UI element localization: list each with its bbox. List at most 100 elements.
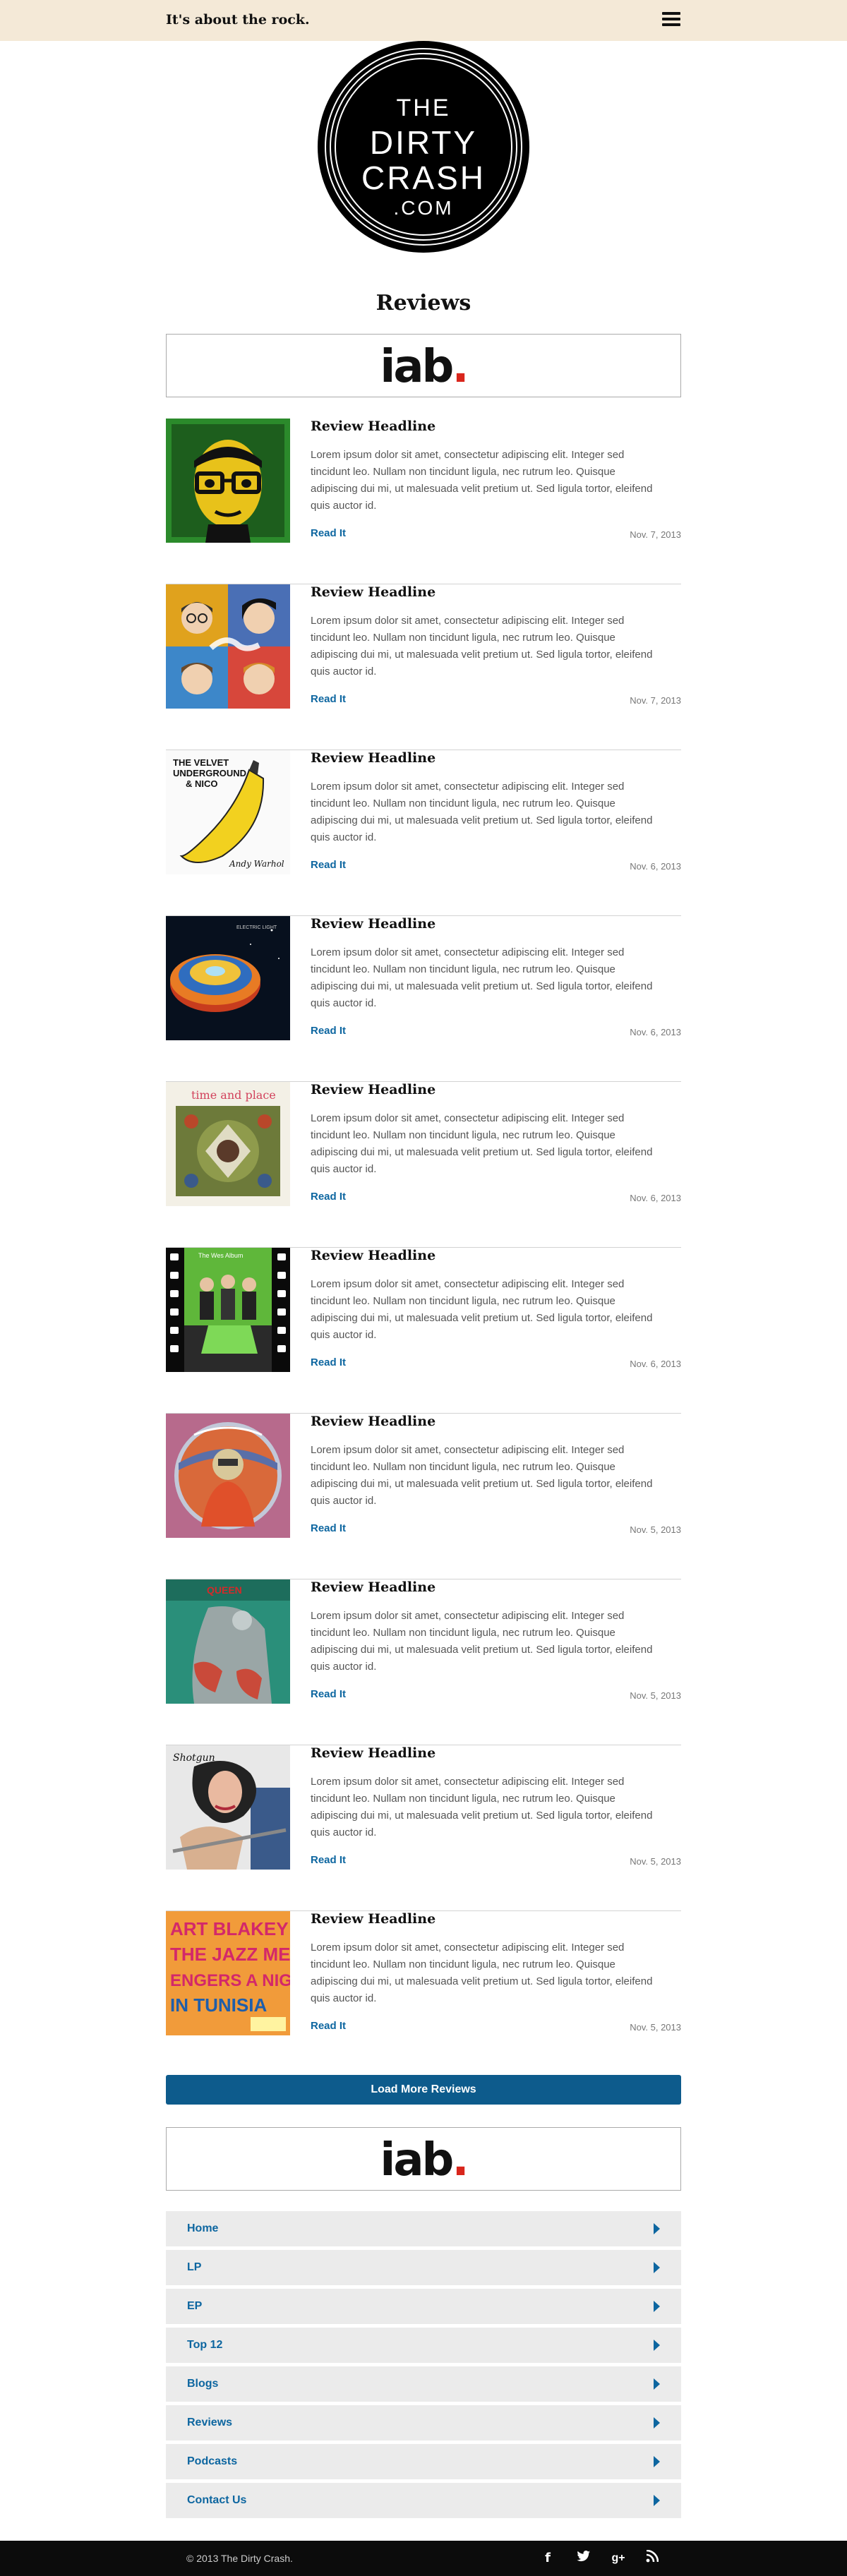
review-excerpt: Lorem ipsum dolor sit amet, consectetur … (311, 946, 653, 1009)
svg-text:Shotgun: Shotgun (173, 1752, 215, 1764)
review-item: Shotgun Review Headline Lorem ipsum dolo… (166, 1745, 681, 1911)
ad-banner-bottom[interactable]: iab. (166, 2127, 681, 2191)
review-excerpt: Lorem ipsum dolor sit amet, consectetur … (311, 1278, 653, 1341)
read-it-link[interactable]: Read It (311, 1025, 346, 1037)
review-headline[interactable]: Review Headline (311, 1414, 435, 1429)
review-excerpt: Lorem ipsum dolor sit amet, consectetur … (311, 781, 653, 843)
read-it-link[interactable]: Read It (311, 2020, 346, 2032)
load-more-reviews-button[interactable]: Load More Reviews (166, 2075, 681, 2105)
album-cover-thumbnail[interactable]: ELECTRIC LIGHT (166, 916, 290, 1040)
art-title: The Wes Album (198, 1252, 243, 1259)
art-text-line2: UNDERGROUND (173, 768, 246, 778)
review-headline[interactable]: Review Headline (311, 1248, 435, 1263)
review-date: Nov. 5, 2013 (630, 1690, 681, 1701)
review-headline[interactable]: Review Headline (311, 584, 435, 600)
facebook-icon[interactable]: f (539, 2550, 556, 2567)
album-cover-thumbnail[interactable]: time and place (166, 1082, 290, 1206)
chevron-right-icon (654, 2456, 660, 2467)
site-logo[interactable]: THE DIRTY CRASH .COM (318, 41, 529, 253)
chevron-right-icon (654, 2495, 660, 2506)
hamburger-menu-icon[interactable] (662, 12, 680, 29)
nav-item-label: Top 12 (187, 2339, 223, 2351)
site-tagline: It's about the rock. (166, 12, 310, 28)
album-cover-thumbnail[interactable]: ART BLAKEY & THE JAZZ MESS ENGERS A NIGH… (166, 1911, 290, 2035)
review-headline[interactable]: Review Headline (311, 1579, 435, 1595)
review-headline[interactable]: Review Headline (311, 1911, 435, 1927)
review-excerpt: Lorem ipsum dolor sit amet, consectetur … (311, 1112, 653, 1175)
review-date: Nov. 6, 2013 (630, 1193, 681, 1203)
twitter-icon[interactable] (575, 2550, 592, 2567)
logo-text-crash: CRASH (361, 160, 486, 196)
review-excerpt: Lorem ipsum dolor sit amet, consectetur … (311, 449, 653, 512)
review-date: Nov. 5, 2013 (630, 1856, 681, 1867)
copyright-text: © 2013 The Dirty Crash. (186, 2553, 293, 2564)
ad-banner-top[interactable]: iab. (166, 334, 681, 397)
read-it-link[interactable]: Read It (311, 693, 346, 705)
review-item: Review Headline Lorem ipsum dolor sit am… (166, 419, 681, 584)
chevron-right-icon (654, 2378, 660, 2390)
album-cover-thumbnail[interactable] (166, 1414, 290, 1538)
review-excerpt: Lorem ipsum dolor sit amet, consectetur … (311, 615, 653, 678)
review-headline[interactable]: Review Headline (311, 750, 435, 766)
read-it-link[interactable]: Read It (311, 1356, 346, 1368)
read-it-link[interactable]: Read It (311, 1854, 346, 1866)
album-cover-thumbnail[interactable]: The Wes Album (166, 1248, 290, 1372)
nav-item-top12[interactable]: Top 12 (166, 2328, 681, 2363)
album-cover-thumbnail[interactable]: THE VELVET UNDERGROUND & NICO Andy Warho… (166, 750, 290, 874)
nav-item-lp[interactable]: LP (166, 2250, 681, 2285)
review-item: The Wes Album Review Headline Lorem ipsu… (166, 1248, 681, 1414)
iab-logo: iab. (380, 341, 469, 393)
nav-item-label: Home (187, 2222, 219, 2234)
review-excerpt: Lorem ipsum dolor sit amet, consectetur … (311, 1444, 653, 1507)
read-it-link[interactable]: Read It (311, 527, 346, 539)
review-excerpt: Lorem ipsum dolor sit amet, consectetur … (311, 1610, 653, 1673)
chevron-right-icon (654, 2340, 660, 2351)
review-item: time and place Review Headline Lorem ips… (166, 1082, 681, 1248)
google-plus-icon[interactable]: g+ (610, 2550, 627, 2567)
art-text-line1: ART BLAKEY & (170, 1918, 290, 1939)
review-item: THE VELVET UNDERGROUND & NICO Andy Warho… (166, 750, 681, 916)
read-it-link[interactable]: Read It (311, 1688, 346, 1700)
review-item: Review Headline Lorem ipsum dolor sit am… (166, 1414, 681, 1579)
album-cover-thumbnail[interactable]: Shotgun (166, 1745, 290, 1870)
review-item: ART BLAKEY & THE JAZZ MESS ENGERS A NIGH… (166, 1911, 681, 2077)
art-text-line1: THE VELVET (173, 757, 229, 768)
nav-item-label: Blogs (187, 2378, 219, 2390)
site-footer: © 2013 The Dirty Crash. f g+ (0, 2541, 847, 2576)
nav-item-blogs[interactable]: Blogs (166, 2366, 681, 2402)
review-headline[interactable]: Review Headline (311, 419, 435, 434)
rss-icon[interactable] (644, 2549, 661, 2567)
chevron-right-icon (654, 2262, 660, 2273)
review-date: Nov. 6, 2013 (630, 861, 681, 872)
read-it-link[interactable]: Read It (311, 1191, 346, 1203)
review-headline[interactable]: Review Headline (311, 916, 435, 932)
review-excerpt: Lorem ipsum dolor sit amet, consectetur … (311, 1942, 653, 2004)
nav-item-home[interactable]: Home (166, 2211, 681, 2246)
review-headline[interactable]: Review Headline (311, 1082, 435, 1097)
review-item: ELECTRIC LIGHT Review Headline Lorem ips… (166, 916, 681, 1082)
review-item: QUEEN Review Headline Lorem ipsum dolor … (166, 1579, 681, 1745)
svg-text:ELECTRIC LIGHT: ELECTRIC LIGHT (236, 925, 277, 930)
nav-item-ep[interactable]: EP (166, 2289, 681, 2324)
page-title: Reviews (376, 291, 471, 315)
album-cover-thumbnail[interactable]: QUEEN (166, 1579, 290, 1704)
album-cover-thumbnail[interactable] (166, 584, 290, 709)
album-cover-thumbnail[interactable] (166, 419, 290, 543)
review-headline[interactable]: Review Headline (311, 1745, 435, 1761)
logo-text-dirty: DIRTY (369, 124, 478, 161)
nav-item-podcasts[interactable]: Podcasts (166, 2444, 681, 2479)
review-date: Nov. 7, 2013 (630, 529, 681, 540)
review-item: Review Headline Lorem ipsum dolor sit am… (166, 584, 681, 750)
chevron-right-icon (654, 2223, 660, 2234)
iab-logo: iab. (380, 2134, 469, 2186)
nav-item-contact-us[interactable]: Contact Us (166, 2483, 681, 2518)
nav-item-reviews[interactable]: Reviews (166, 2405, 681, 2440)
read-it-link[interactable]: Read It (311, 859, 346, 871)
art-title: time and place (191, 1088, 276, 1102)
logo-text-com: .COM (393, 197, 454, 219)
nav-item-label: Reviews (187, 2416, 233, 2428)
read-it-link[interactable]: Read It (311, 1522, 346, 1534)
review-excerpt: Lorem ipsum dolor sit amet, consectetur … (311, 1776, 653, 1838)
footer-nav: Home LP EP Top 12 Blogs Reviews Podcasts… (166, 2211, 681, 2522)
review-date: Nov. 5, 2013 (630, 2022, 681, 2033)
